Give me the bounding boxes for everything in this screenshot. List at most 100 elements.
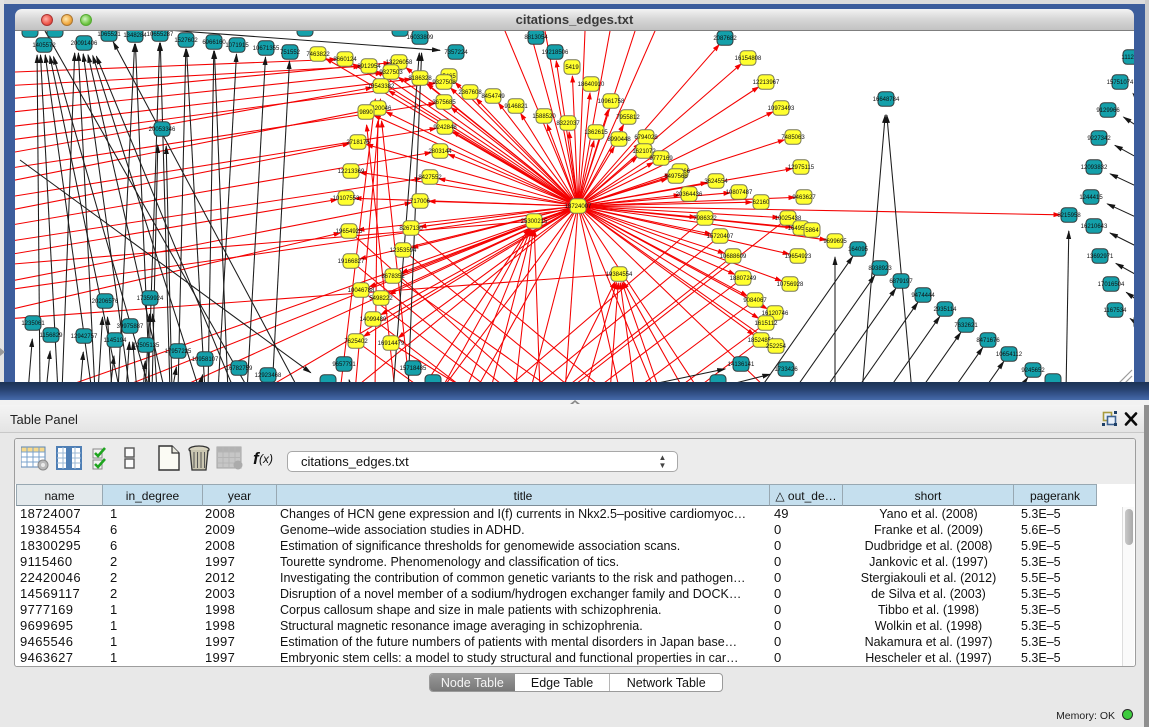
svg-text:12213369: 12213369 [338,169,365,175]
svg-text:10107553: 10107553 [333,196,360,202]
svg-text:18640910: 18640910 [578,82,605,88]
svg-text:2803144: 2803144 [428,149,452,155]
svg-text:16154808: 16154808 [735,56,762,62]
svg-text:6966160: 6966160 [202,40,226,46]
svg-text:751552: 751552 [280,50,301,56]
svg-text:5864: 5864 [805,228,819,234]
svg-text:(x): (x) [259,452,273,466]
svg-text:8427552: 8427552 [418,175,442,181]
svg-text:17957225: 17957225 [165,349,192,355]
svg-text:717006: 717006 [410,199,431,205]
svg-text:9474444: 9474444 [911,293,935,299]
svg-text:8678352: 8678352 [381,274,405,280]
svg-text:8990448: 8990448 [607,137,631,143]
svg-text:16782759: 16782759 [226,366,253,372]
svg-text:2935114: 2935114 [934,307,958,313]
svg-text:7463822: 7463822 [306,52,330,58]
svg-text:8454749: 8454749 [481,94,505,100]
svg-text:18807249: 18807249 [730,276,757,282]
svg-text:10973493: 10973493 [768,106,795,112]
svg-text:19654923: 19654923 [785,254,812,260]
svg-text:12213967: 12213967 [753,80,780,86]
svg-text:5419: 5419 [565,65,579,71]
svg-text:20091406: 20091406 [71,41,98,47]
svg-text:15751074: 15751074 [1107,80,1134,86]
svg-text:20364436: 20364436 [676,192,703,198]
svg-text:1156829: 1156829 [40,333,64,339]
svg-text:8186328: 8186328 [408,76,432,82]
svg-text:6794028: 6794028 [634,135,658,141]
svg-text:10688609: 10688609 [720,254,747,260]
svg-text:16210643: 16210643 [1081,224,1108,230]
svg-text:5498222: 5498222 [369,296,393,302]
svg-text:10655287: 10655287 [147,32,174,38]
svg-text:14136141: 14136141 [728,362,755,368]
svg-text:8660124: 8660124 [333,57,357,63]
svg-text:17016504: 17016504 [1098,282,1125,288]
svg-text:12975115: 12975115 [788,165,815,171]
svg-text:1244415: 1244415 [1079,195,1103,201]
svg-text:39975887: 39975887 [117,324,144,330]
svg-text:9227342: 9227342 [1087,136,1111,142]
svg-text:9242848: 9242848 [433,125,457,131]
svg-text:16033809: 16033809 [407,35,434,41]
svg-text:1071915: 1071915 [225,43,249,49]
svg-text:1527602: 1527602 [174,38,198,44]
svg-text:6879197: 6879197 [889,279,913,285]
svg-text:19654925: 19654925 [336,229,363,235]
svg-text:7625402: 7625402 [344,339,368,345]
svg-text:6497568: 6497568 [664,174,688,180]
svg-text:9084067: 9084067 [743,298,767,304]
svg-text:10671355: 10671355 [253,46,280,52]
svg-text:16914479: 16914479 [378,341,405,347]
svg-text:1348284: 1348284 [123,33,147,39]
svg-text:9657791: 9657791 [332,362,356,368]
svg-text:1733426: 1733426 [774,367,798,373]
svg-text:2367608: 2367608 [458,90,482,96]
svg-text:7955812: 7955812 [616,115,640,121]
svg-text:13692971: 13692971 [1087,254,1114,260]
svg-text:8215958: 8215958 [1057,213,1081,219]
svg-text:10543382: 10543382 [368,84,395,90]
svg-text:1405572: 1405572 [32,43,56,49]
svg-text:164095: 164095 [848,247,869,253]
svg-text:12923468: 12923468 [255,373,282,379]
svg-text:8267130: 8267130 [399,226,423,232]
svg-text:10756928: 10756928 [777,282,804,288]
svg-text:8322037: 8322037 [556,121,580,127]
svg-text:10046788: 10046788 [348,288,375,294]
svg-text:1588520: 1588520 [532,114,556,120]
svg-text:18724007: 18724007 [565,204,592,210]
svg-text:9699695: 9699695 [823,239,847,245]
svg-text:9327508: 9327508 [432,80,456,86]
svg-text:9327503: 9327503 [379,70,403,76]
svg-text:3675685: 3675685 [432,100,456,106]
svg-text:1065521: 1065521 [97,32,121,38]
svg-text:10958107: 10958107 [192,357,219,363]
svg-text:7986322: 7986322 [693,216,717,222]
svg-text:2087682: 2087682 [713,36,737,42]
svg-text:8912954: 8912954 [357,64,381,70]
svg-text:1235061: 1235061 [21,321,45,327]
svg-text:14099489: 14099489 [360,317,387,323]
svg-text:9129966: 9129966 [1096,108,1120,114]
svg-text:1145194: 1145194 [104,338,128,344]
svg-text:16648784: 16648784 [873,97,900,103]
svg-text:12093832: 12093832 [1081,165,1108,171]
svg-text:1362615: 1362615 [584,130,608,136]
svg-text:17359924: 17359924 [137,296,164,302]
svg-text:12505135: 12505135 [133,343,160,349]
svg-text:10807487: 10807487 [726,190,753,196]
svg-text:111234: 111234 [1121,55,1134,61]
svg-text:25300215: 25300215 [521,219,548,225]
svg-text:12353594: 12353594 [390,248,417,254]
svg-text:3624554: 3624554 [704,179,728,185]
svg-text:20206576: 20206576 [92,299,119,305]
svg-text:9890: 9890 [359,110,373,116]
svg-text:7485063: 7485063 [781,135,805,141]
svg-text:9245652: 9245652 [1021,368,1045,374]
svg-text:9146821: 9146821 [504,104,528,110]
svg-text:62160: 62160 [753,200,770,206]
svg-text:252254: 252254 [766,344,787,350]
svg-text:2718176: 2718176 [346,140,370,146]
